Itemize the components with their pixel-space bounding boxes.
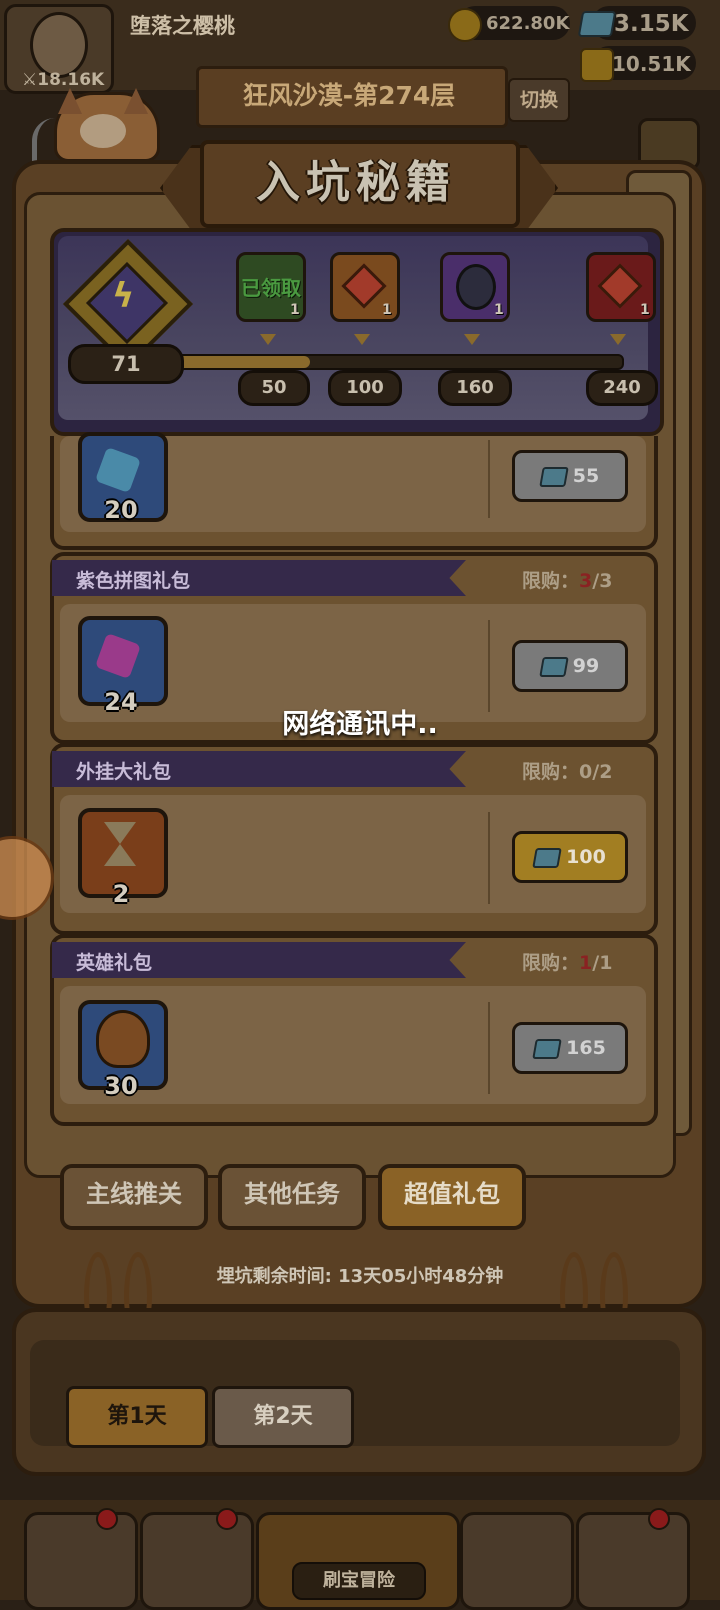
- limit-total: /2: [592, 761, 613, 783]
- limit-label: 限购：: [522, 952, 580, 974]
- milestone-threshold-1: 50: [238, 370, 310, 406]
- forge-notification-dot: [648, 1508, 670, 1530]
- gold-coin-icon: [448, 8, 482, 42]
- card-divider: [488, 1002, 490, 1094]
- network-status-message: 网络通讯中..: [282, 709, 438, 740]
- card-divider: [488, 620, 490, 712]
- player-name: 堕落之樱桃: [130, 14, 235, 38]
- milestone-pointer-4: [610, 334, 626, 345]
- milestone-threshold-3: 160: [438, 370, 512, 406]
- power-number: 18.16K: [37, 70, 105, 90]
- hero-nav-icon[interactable]: [140, 1512, 254, 1610]
- price: 99: [572, 655, 600, 677]
- milestone-threshold-4: 240: [586, 370, 658, 406]
- adventure-nav-label: 刷宝冒险: [292, 1562, 426, 1600]
- buy-button[interactable]: 55: [512, 450, 628, 502]
- floor-title: 狂风沙漠-第274层: [242, 81, 456, 110]
- corgi-ear-right: [124, 88, 148, 114]
- hero-notification-dot: [216, 1508, 238, 1530]
- gold-amount: 622.80K: [486, 13, 570, 34]
- current-score: 71: [68, 344, 184, 384]
- price: 55: [572, 465, 600, 487]
- price: 100: [566, 846, 606, 868]
- milestone-pointer-1: [260, 334, 276, 345]
- card-divider: [488, 812, 490, 904]
- tab-value-packs[interactable]: 超值礼包: [378, 1164, 526, 1230]
- milestone-pointer-3: [464, 334, 480, 345]
- item-quantity: 2: [112, 880, 130, 908]
- milestone-count-4: 1: [640, 302, 650, 318]
- milestone-count-1: 1: [290, 302, 300, 318]
- card-divider: [488, 440, 490, 518]
- hero-turban: [96, 1010, 150, 1068]
- gem-icon: [532, 847, 562, 868]
- gem-icon: [539, 656, 569, 677]
- limit-current: 0: [579, 761, 593, 783]
- tab-other-tasks[interactable]: 其他任务: [218, 1164, 366, 1230]
- limit-label: 限购：: [522, 570, 580, 592]
- pirate-hero-icon: [456, 264, 496, 310]
- purchase-limit: 限购：3/3: [522, 566, 612, 593]
- item-quantity: 20: [104, 496, 138, 524]
- gem-icon: [577, 11, 617, 37]
- purchase-limit: 限购：1/1: [522, 948, 612, 975]
- gem-amount: 3.15K: [614, 11, 689, 37]
- switch-floor-button[interactable]: 切换: [508, 78, 570, 122]
- claimed-label: 已领取: [241, 276, 301, 300]
- day-1-button[interactable]: 第1天: [66, 1386, 208, 1448]
- item-quantity: 30: [104, 1072, 138, 1100]
- limit-current: 3: [579, 570, 593, 592]
- day-2-button[interactable]: 第2天: [212, 1386, 354, 1448]
- purchase-limit: 限购：0/2: [522, 757, 612, 784]
- limit-total: /3: [592, 570, 613, 592]
- price: 165: [566, 1037, 606, 1059]
- milestone-pointer-2: [354, 334, 370, 345]
- limit-current: 1: [579, 952, 593, 974]
- pack-name: 紫色拼图礼包: [76, 570, 191, 592]
- tab-main-quest[interactable]: 主线推关: [60, 1164, 208, 1230]
- shop-nav-icon[interactable]: [24, 1512, 138, 1610]
- forge-nav-icon[interactable]: [576, 1512, 690, 1610]
- page-title: 入坑秘籍: [256, 157, 456, 208]
- hourglass-top: [104, 822, 136, 844]
- progress-fill: [178, 356, 310, 368]
- limit-total: /1: [592, 952, 613, 974]
- limit-label: 限购：: [522, 761, 580, 783]
- gem-icon: [539, 466, 569, 487]
- lightning-icon: ϟ: [112, 276, 135, 316]
- bag-nav-icon[interactable]: [460, 1512, 574, 1610]
- milestone-threshold-2: 100: [328, 370, 402, 406]
- milestone-count-3: 1: [494, 302, 504, 318]
- corgi-ear-left: [58, 88, 82, 114]
- pack-name: 外挂大礼包: [76, 761, 172, 783]
- ticket-amount: 10.51K: [612, 52, 691, 76]
- avatar-face-icon: [30, 12, 88, 78]
- gem-icon: [532, 1038, 562, 1059]
- hourglass-bottom: [104, 844, 136, 866]
- corgi-face: [80, 114, 126, 148]
- buy-button[interactable]: 100: [512, 831, 628, 883]
- pack-name: 英雄礼包: [76, 952, 153, 974]
- buy-button[interactable]: 165: [512, 1022, 628, 1074]
- ticket-icon: [580, 48, 614, 82]
- milestone-count-2: 1: [382, 302, 392, 318]
- power-value: ⚔18.16K: [22, 70, 105, 90]
- buy-button[interactable]: 99: [512, 640, 628, 692]
- shop-notification-dot: [96, 1508, 118, 1530]
